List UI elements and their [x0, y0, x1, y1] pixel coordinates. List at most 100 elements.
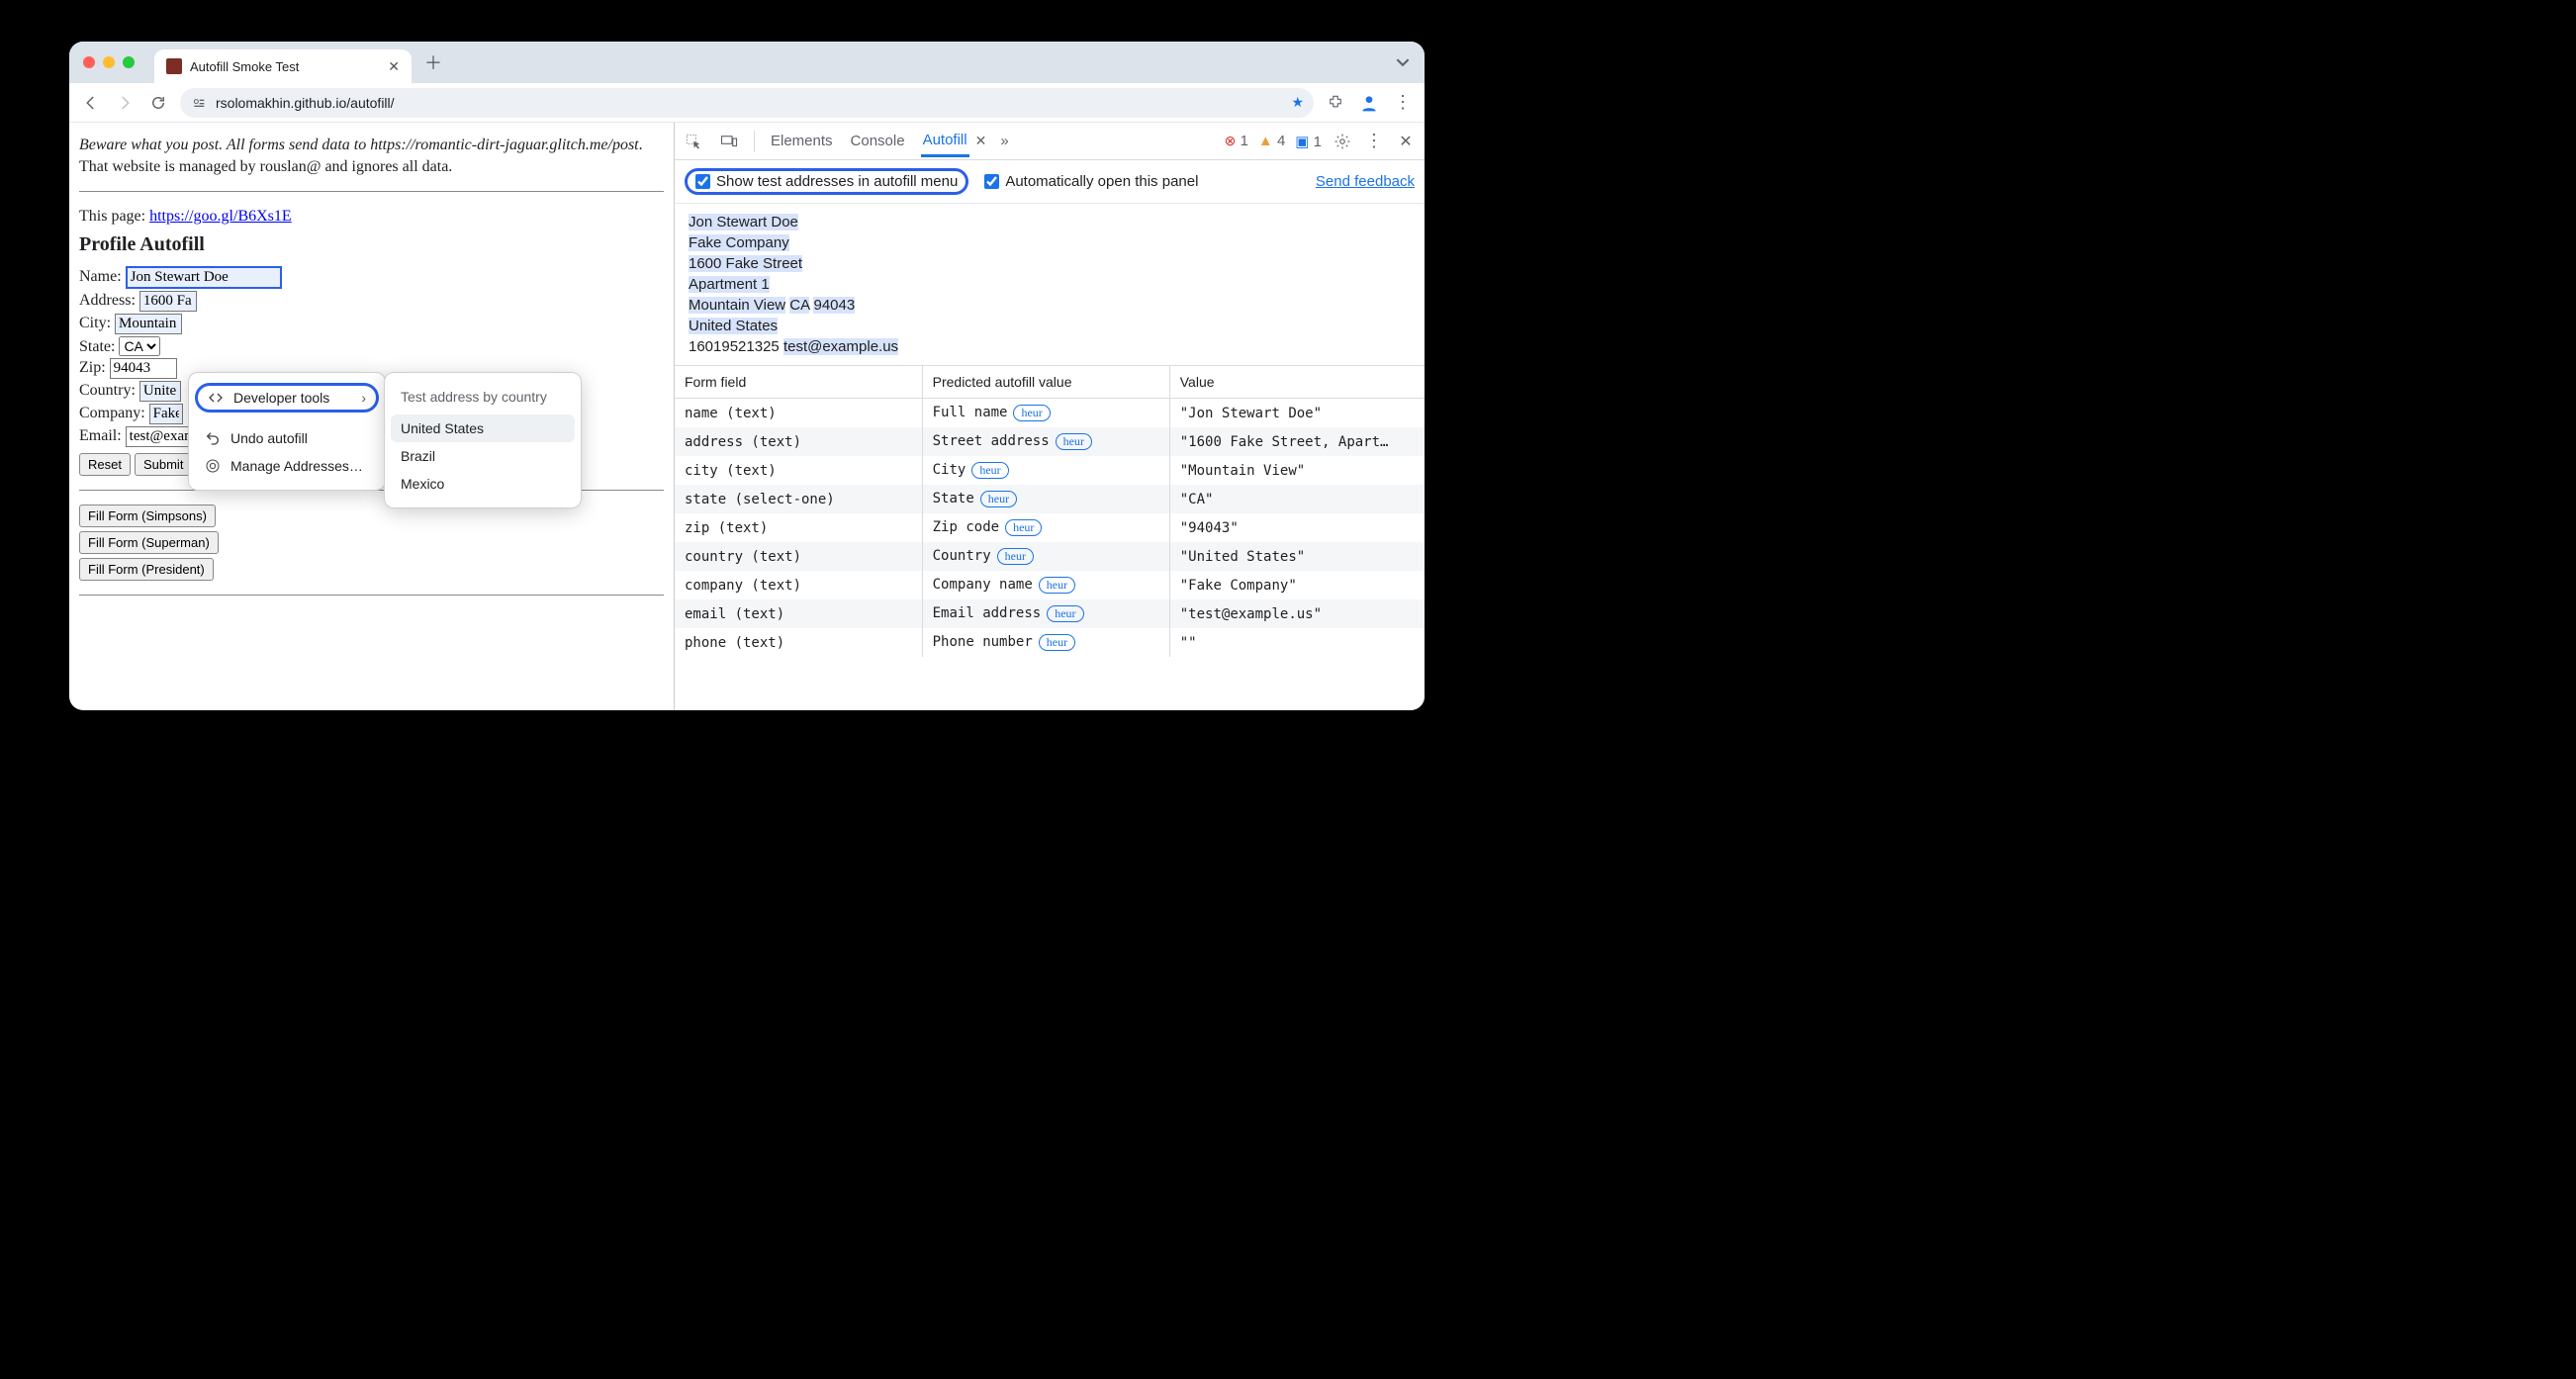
address-bar[interactable]: rsolomakhin.github.io/autofill/ ★ [180, 88, 1314, 118]
cell-pred: Street addressheur [922, 427, 1169, 456]
zip-input[interactable] [110, 358, 177, 379]
cell-field: address (text) [675, 427, 922, 456]
email-label: Email: [79, 427, 126, 444]
city-input[interactable] [115, 314, 182, 334]
table-row[interactable]: name (text)Full nameheur"Jon Stewart Doe… [675, 399, 1425, 428]
window-maximize-button[interactable] [123, 56, 135, 68]
devtools-menu-icon[interactable]: ⋮ [1363, 131, 1385, 152]
manage-addresses-label: Manage Addresses… [230, 458, 363, 474]
col-value[interactable]: Value [1169, 366, 1425, 399]
address-input[interactable] [139, 291, 197, 312]
company-input[interactable] [149, 404, 183, 424]
forward-button[interactable] [113, 91, 137, 115]
undo-icon [205, 430, 221, 446]
country-input[interactable] [139, 381, 181, 402]
addr-country: United States [689, 318, 778, 334]
browser-window: Autofill Smoke Test ✕ ＋ rsolomakhin.gith… [69, 42, 1425, 710]
reset-button[interactable]: Reset [79, 453, 131, 476]
table-row[interactable]: email (text)Email addressheur"test@examp… [675, 599, 1425, 628]
fill-superman-button[interactable]: Fill Form (Superman) [79, 531, 219, 554]
table-row[interactable]: state (select-one)Stateheur"CA" [675, 485, 1425, 513]
cell-value: "Mountain View" [1169, 456, 1425, 485]
addr-phone: 16019521325 [689, 338, 780, 355]
cell-value: "Jon Stewart Doe" [1169, 399, 1425, 428]
device-toolbar-icon[interactable] [718, 131, 740, 152]
tab-search-button[interactable] [1389, 48, 1417, 76]
settings-gear-icon[interactable] [1332, 131, 1353, 152]
new-tab-button[interactable]: ＋ [419, 48, 447, 76]
city-label: City: [79, 315, 115, 331]
console-tab[interactable]: Console [849, 127, 907, 155]
addr-email: test@example.us [783, 338, 898, 355]
table-row[interactable]: address (text)Street addressheur"1600 Fa… [675, 427, 1425, 456]
submit-button[interactable]: Submit [135, 453, 192, 476]
devtools-close-icon[interactable]: ✕ [1395, 131, 1417, 152]
cell-pred: Cityheur [922, 456, 1169, 485]
state-select[interactable]: CA [119, 336, 160, 356]
name-label: Name: [79, 268, 126, 285]
autofill-tab[interactable]: Autofill [921, 126, 969, 157]
table-row[interactable]: country (text)Countryheur"United States" [675, 542, 1425, 571]
close-panel-icon[interactable]: ✕ [975, 133, 987, 149]
cell-pred: Email addressheur [922, 599, 1169, 628]
country-option-brazil[interactable]: Brazil [391, 442, 575, 470]
show-test-addresses-toggle[interactable]: Show test addresses in autofill menu [685, 168, 968, 195]
zip-label: Zip: [79, 359, 110, 376]
site-info-icon[interactable] [190, 94, 208, 112]
manage-addresses-item[interactable]: Manage Addresses… [195, 452, 379, 480]
back-button[interactable] [79, 91, 103, 115]
table-row[interactable]: phone (text)Phone numberheur"" [675, 628, 1425, 657]
company-label: Company: [79, 405, 149, 421]
chrome-icon [205, 458, 221, 474]
devtools-panel: Elements Console Autofill ✕ » ⊗ 1 ▲ 4 ▣ … [675, 123, 1425, 710]
info-badge[interactable]: ▣ 1 [1295, 133, 1322, 150]
bookmark-star-icon[interactable]: ★ [1291, 94, 1304, 111]
cell-field: company (text) [675, 571, 922, 599]
undo-autofill-item[interactable]: Undo autofill [195, 424, 379, 452]
more-tabs-icon[interactable]: » [1000, 133, 1008, 149]
developer-tools-item[interactable]: Developer tools › [195, 383, 379, 413]
cell-field: zip (text) [675, 513, 922, 542]
cell-field: name (text) [675, 399, 922, 428]
elements-tab[interactable]: Elements [769, 127, 835, 155]
table-row[interactable]: zip (text)Zip codeheur"94043" [675, 513, 1425, 542]
addr-zip: 94043 [813, 297, 855, 314]
cell-value: "CA" [1169, 485, 1425, 513]
name-input[interactable] [126, 266, 282, 289]
send-feedback-link[interactable]: Send feedback [1316, 173, 1415, 190]
autofill-context-menu: Developer tools › Undo autofill Manage A… [188, 372, 386, 491]
country-option-us[interactable]: United States [391, 414, 575, 442]
country-option-mexico[interactable]: Mexico [391, 470, 575, 498]
autofill-toolbar: Show test addresses in autofill menu Aut… [675, 160, 1425, 204]
table-row[interactable]: city (text)Cityheur"Mountain View" [675, 456, 1425, 485]
url-text: rsolomakhin.github.io/autofill/ [216, 95, 395, 111]
addr-state: CA [789, 297, 809, 314]
cell-pred: Stateheur [922, 485, 1169, 513]
window-minimize-button[interactable] [103, 56, 115, 68]
profile-button[interactable] [1357, 91, 1381, 115]
auto-open-checkbox[interactable] [984, 174, 999, 189]
cell-value: "" [1169, 628, 1425, 657]
tab-close-icon[interactable]: ✕ [388, 58, 400, 75]
show-test-addresses-checkbox[interactable] [695, 174, 710, 189]
cell-pred: Zip codeheur [922, 513, 1169, 542]
cell-field: country (text) [675, 542, 922, 571]
autofill-table: Form field Predicted autofill value Valu… [675, 365, 1425, 657]
developer-tools-label: Developer tools [233, 390, 329, 406]
col-predicted[interactable]: Predicted autofill value [922, 366, 1169, 399]
inspect-element-icon[interactable] [683, 131, 704, 152]
warning-badge[interactable]: ▲ 4 [1258, 133, 1285, 149]
browser-tab[interactable]: Autofill Smoke Test ✕ [154, 49, 412, 83]
extensions-button[interactable] [1324, 91, 1347, 115]
col-form-field[interactable]: Form field [675, 366, 922, 399]
error-badge[interactable]: ⊗ 1 [1225, 133, 1248, 149]
menu-button[interactable]: ⋮ [1391, 91, 1415, 115]
fill-president-button[interactable]: Fill Form (President) [79, 558, 214, 581]
table-row[interactable]: company (text)Company nameheur"Fake Comp… [675, 571, 1425, 599]
reload-button[interactable] [146, 91, 170, 115]
auto-open-toggle[interactable]: Automatically open this panel [984, 173, 1198, 190]
window-close-button[interactable] [83, 56, 95, 68]
this-page-link[interactable]: https://goo.gl/B6Xs1E [149, 208, 292, 225]
web-page: Beware what you post. All forms send dat… [69, 123, 675, 710]
cell-pred: Phone numberheur [922, 628, 1169, 657]
